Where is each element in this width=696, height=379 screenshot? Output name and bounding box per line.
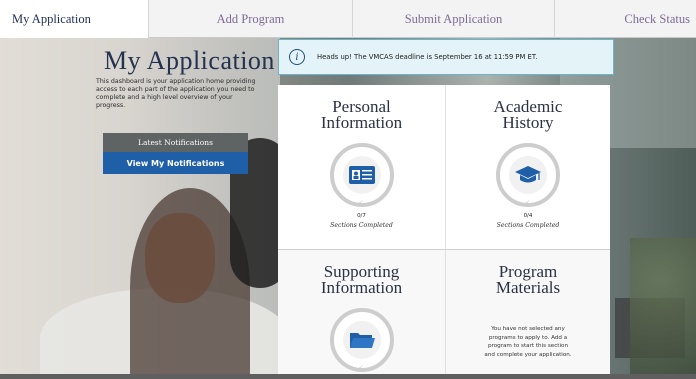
alert-message: Heads up! The VMCAS deadline is Septembe… — [317, 53, 538, 61]
card-title: Personal Information — [320, 97, 403, 132]
sections-caption: Sections Completed — [496, 222, 560, 229]
view-notifications-button[interactable]: View My Notifications — [103, 152, 248, 174]
check-icon: ✓ — [358, 199, 364, 206]
deadline-alert: i Heads up! The VMCAS deadline is Septem… — [278, 39, 614, 75]
page-description: This dashboard is your application home … — [96, 78, 256, 110]
card-title: Supporting Information — [320, 262, 403, 297]
academic-history-card[interactable]: Academic History ✓ 0/4 Sections Complete… — [446, 85, 610, 250]
program-materials-card[interactable]: Program Materials You have not selected … — [446, 250, 610, 379]
tab-check-status[interactable]: Check Status — [554, 0, 696, 38]
tab-my-application[interactable]: My Application — [0, 0, 148, 38]
bottom-strip — [0, 374, 696, 379]
folder-icon — [342, 321, 381, 359]
program-materials-message: You have not selected any programs to ap… — [484, 326, 572, 358]
progress-ring: ✓ — [329, 143, 394, 207]
supporting-information-card[interactable]: Supporting Information ✓ — [278, 250, 446, 379]
check-icon: ✓ — [525, 199, 531, 206]
sections-count: 0/4 — [523, 213, 533, 219]
page-title: My Application — [104, 46, 275, 75]
progress-ring: ✓ — [496, 143, 560, 207]
check-icon: ✓ — [358, 364, 364, 371]
application-sections: Personal Information ✓ 0/7 Sections Comp… — [278, 85, 610, 379]
card-title: Academic History — [493, 97, 563, 132]
sections-caption: Sections Completed — [330, 222, 393, 229]
tab-add-program[interactable]: Add Program — [148, 0, 352, 38]
background-plant — [630, 238, 696, 378]
id-card-icon — [342, 156, 381, 194]
sections-count: 0/7 — [357, 213, 366, 219]
card-title: Program Materials — [495, 262, 561, 297]
tab-submit-application[interactable]: Submit Application — [352, 0, 554, 38]
graduation-cap-icon — [509, 156, 547, 194]
latest-notifications-header: Latest Notifications — [103, 133, 248, 152]
info-icon: i — [289, 49, 305, 65]
top-navigation: My Application Add Program Submit Applic… — [0, 0, 696, 38]
progress-ring: ✓ — [329, 308, 394, 372]
background-person-face — [145, 213, 215, 303]
personal-information-card[interactable]: Personal Information ✓ 0/7 Sections Comp… — [278, 85, 446, 250]
